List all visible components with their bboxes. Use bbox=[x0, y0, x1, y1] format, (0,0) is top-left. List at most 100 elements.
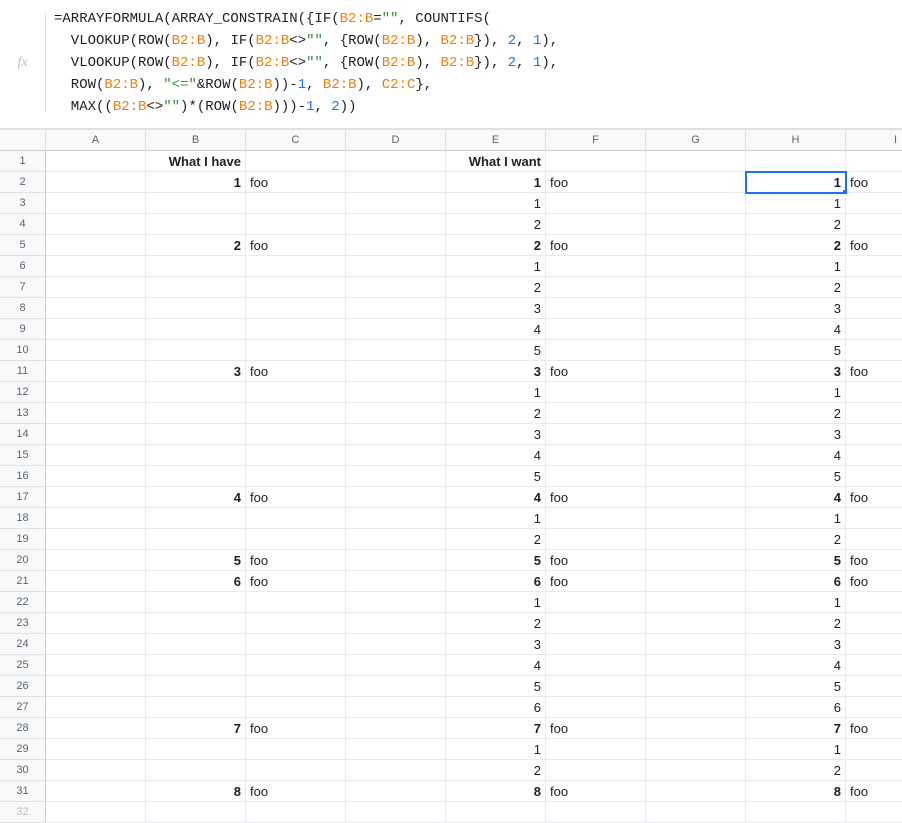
cell-G25[interactable] bbox=[646, 655, 746, 676]
spreadsheet-grid[interactable]: ABCDEFGHI1What I haveWhat I want21foo1fo… bbox=[0, 129, 902, 823]
cell-G19[interactable] bbox=[646, 529, 746, 550]
cell-B11[interactable]: 3 bbox=[146, 361, 246, 382]
cell-C6[interactable] bbox=[246, 256, 346, 277]
cell-D6[interactable] bbox=[346, 256, 446, 277]
row-header-5[interactable]: 5 bbox=[0, 235, 46, 256]
cell-C28[interactable]: foo bbox=[246, 718, 346, 739]
cell-I30[interactable] bbox=[846, 760, 902, 781]
row-header-8[interactable]: 8 bbox=[0, 298, 46, 319]
cell-E5[interactable]: 2 bbox=[446, 235, 546, 256]
cell-A7[interactable] bbox=[46, 277, 146, 298]
cell-C17[interactable]: foo bbox=[246, 487, 346, 508]
cell-D27[interactable] bbox=[346, 697, 446, 718]
cell-D11[interactable] bbox=[346, 361, 446, 382]
cell-G18[interactable] bbox=[646, 508, 746, 529]
cell-I14[interactable] bbox=[846, 424, 902, 445]
cell-I11[interactable]: foo bbox=[846, 361, 902, 382]
cell-H19[interactable]: 2 bbox=[746, 529, 846, 550]
cell-A16[interactable] bbox=[46, 466, 146, 487]
cell-H7[interactable]: 2 bbox=[746, 277, 846, 298]
row-header-25[interactable]: 25 bbox=[0, 655, 46, 676]
cell-C24[interactable] bbox=[246, 634, 346, 655]
cell-G1[interactable] bbox=[646, 151, 746, 172]
cell-H6[interactable]: 1 bbox=[746, 256, 846, 277]
cell-E24[interactable]: 3 bbox=[446, 634, 546, 655]
cell-H28[interactable]: 7 bbox=[746, 718, 846, 739]
cell-A17[interactable] bbox=[46, 487, 146, 508]
cell-F15[interactable] bbox=[546, 445, 646, 466]
cell-F7[interactable] bbox=[546, 277, 646, 298]
cell-E28[interactable]: 7 bbox=[446, 718, 546, 739]
cell-G21[interactable] bbox=[646, 571, 746, 592]
cell-A11[interactable] bbox=[46, 361, 146, 382]
cell-G31[interactable] bbox=[646, 781, 746, 802]
cell-G15[interactable] bbox=[646, 445, 746, 466]
cell-D32[interactable] bbox=[346, 802, 446, 823]
cell-I18[interactable] bbox=[846, 508, 902, 529]
cell-G27[interactable] bbox=[646, 697, 746, 718]
cell-C7[interactable] bbox=[246, 277, 346, 298]
cell-H8[interactable]: 3 bbox=[746, 298, 846, 319]
cell-G30[interactable] bbox=[646, 760, 746, 781]
cell-C5[interactable]: foo bbox=[246, 235, 346, 256]
cell-H12[interactable]: 1 bbox=[746, 382, 846, 403]
cell-F18[interactable] bbox=[546, 508, 646, 529]
cell-D20[interactable] bbox=[346, 550, 446, 571]
cell-H20[interactable]: 5 bbox=[746, 550, 846, 571]
cell-E32[interactable] bbox=[446, 802, 546, 823]
cell-B24[interactable] bbox=[146, 634, 246, 655]
cell-D19[interactable] bbox=[346, 529, 446, 550]
cell-I3[interactable] bbox=[846, 193, 902, 214]
cell-B12[interactable] bbox=[146, 382, 246, 403]
cell-E26[interactable]: 5 bbox=[446, 676, 546, 697]
cell-I13[interactable] bbox=[846, 403, 902, 424]
cell-A24[interactable] bbox=[46, 634, 146, 655]
cell-H2[interactable]: 1 bbox=[746, 172, 846, 193]
row-header-22[interactable]: 22 bbox=[0, 592, 46, 613]
cell-F27[interactable] bbox=[546, 697, 646, 718]
cell-D1[interactable] bbox=[346, 151, 446, 172]
cell-H27[interactable]: 6 bbox=[746, 697, 846, 718]
cell-E4[interactable]: 2 bbox=[446, 214, 546, 235]
column-header-B[interactable]: B bbox=[146, 130, 246, 151]
cell-E19[interactable]: 2 bbox=[446, 529, 546, 550]
cell-G26[interactable] bbox=[646, 676, 746, 697]
cell-F3[interactable] bbox=[546, 193, 646, 214]
cell-B29[interactable] bbox=[146, 739, 246, 760]
cell-E12[interactable]: 1 bbox=[446, 382, 546, 403]
cell-D8[interactable] bbox=[346, 298, 446, 319]
cell-H21[interactable]: 6 bbox=[746, 571, 846, 592]
cell-F6[interactable] bbox=[546, 256, 646, 277]
cell-A13[interactable] bbox=[46, 403, 146, 424]
cell-C14[interactable] bbox=[246, 424, 346, 445]
cell-G23[interactable] bbox=[646, 613, 746, 634]
cell-B21[interactable]: 6 bbox=[146, 571, 246, 592]
cell-I23[interactable] bbox=[846, 613, 902, 634]
cell-E20[interactable]: 5 bbox=[446, 550, 546, 571]
cell-H15[interactable]: 4 bbox=[746, 445, 846, 466]
cell-G29[interactable] bbox=[646, 739, 746, 760]
cell-D16[interactable] bbox=[346, 466, 446, 487]
cell-F14[interactable] bbox=[546, 424, 646, 445]
cell-B13[interactable] bbox=[146, 403, 246, 424]
cell-I12[interactable] bbox=[846, 382, 902, 403]
cell-D25[interactable] bbox=[346, 655, 446, 676]
row-header-23[interactable]: 23 bbox=[0, 613, 46, 634]
cell-I9[interactable] bbox=[846, 319, 902, 340]
cell-F8[interactable] bbox=[546, 298, 646, 319]
cell-H22[interactable]: 1 bbox=[746, 592, 846, 613]
cell-F24[interactable] bbox=[546, 634, 646, 655]
cell-I21[interactable]: foo bbox=[846, 571, 902, 592]
cell-I28[interactable]: foo bbox=[846, 718, 902, 739]
cell-F10[interactable] bbox=[546, 340, 646, 361]
cell-D29[interactable] bbox=[346, 739, 446, 760]
cell-A14[interactable] bbox=[46, 424, 146, 445]
cell-F1[interactable] bbox=[546, 151, 646, 172]
row-header-14[interactable]: 14 bbox=[0, 424, 46, 445]
cell-A28[interactable] bbox=[46, 718, 146, 739]
cell-G32[interactable] bbox=[646, 802, 746, 823]
cell-I32[interactable] bbox=[846, 802, 902, 823]
row-header-6[interactable]: 6 bbox=[0, 256, 46, 277]
cell-H26[interactable]: 5 bbox=[746, 676, 846, 697]
cell-C27[interactable] bbox=[246, 697, 346, 718]
